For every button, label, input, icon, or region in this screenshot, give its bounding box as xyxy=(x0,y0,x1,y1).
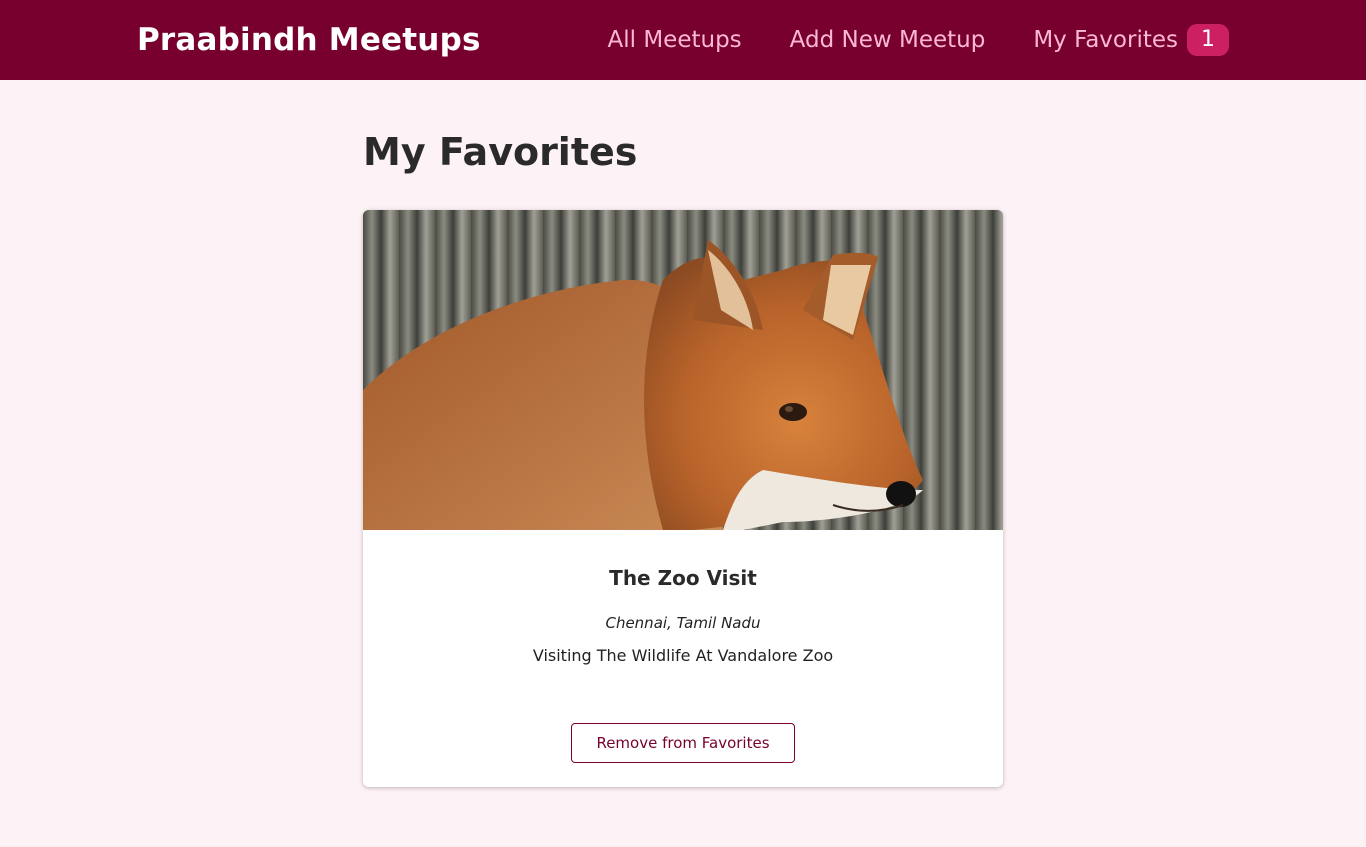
main-content: My Favorites The Zoo Visit Chennai, Tami… xyxy=(363,80,1003,787)
meetup-card-body: The Zoo Visit Chennai, Tamil Nadu Visiti… xyxy=(363,530,1003,787)
nav-all-meetups-label: All Meetups xyxy=(607,27,742,53)
page-title: My Favorites xyxy=(363,130,638,174)
favorites-count-badge: 1 xyxy=(1187,24,1229,56)
site-logo[interactable]: Praabindh Meetups xyxy=(137,22,481,58)
meetup-description: Visiting The Wildlife At Vandalore Zoo xyxy=(532,645,834,665)
nav-add-new-meetup[interactable]: Add New Meetup xyxy=(790,27,986,53)
nav-all-meetups[interactable]: All Meetups xyxy=(608,27,742,53)
meetup-image xyxy=(363,209,1003,530)
fox-illustration xyxy=(363,239,923,530)
nav-my-favorites[interactable]: My Favorites 1 xyxy=(1033,24,1229,56)
remove-from-favorites-button[interactable]: Remove from Favorites xyxy=(571,722,795,763)
main-nav: All Meetups Add New Meetup My Favorites … xyxy=(608,24,1229,56)
meetup-address: Chennai, Tamil Nadu xyxy=(605,613,761,632)
meetup-title: The Zoo Visit xyxy=(609,565,757,590)
nav-my-favorites-label: My Favorites xyxy=(1033,27,1178,53)
nav-add-new-meetup-label: Add New Meetup xyxy=(789,27,986,53)
meetup-card: The Zoo Visit Chennai, Tamil Nadu Visiti… xyxy=(363,209,1003,787)
meetup-actions: Remove from Favorites xyxy=(383,722,983,763)
main-header: Praabindh Meetups All Meetups Add New Me… xyxy=(0,0,1366,80)
